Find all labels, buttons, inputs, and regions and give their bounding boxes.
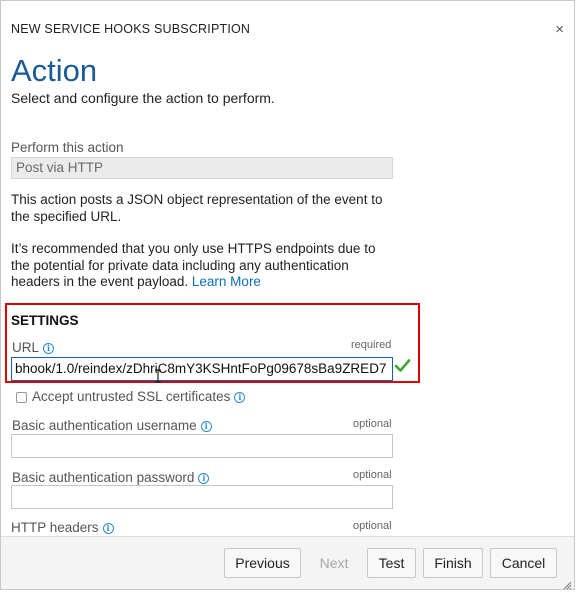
ssl-checkbox-text: Accept untrusted SSL certificates (32, 389, 231, 404)
username-label-text: Basic authentication username (12, 418, 197, 433)
username-input[interactable] (11, 434, 393, 458)
learn-more-link[interactable]: Learn More (192, 274, 261, 289)
url-input[interactable]: bhook/1.0/reindex/zDhriC8mY3KSHntFoPg096… (11, 357, 393, 381)
ssl-checkbox-label: Accept untrusted SSL certificates i (32, 389, 246, 404)
previous-button[interactable]: Previous (224, 548, 301, 578)
dialog-title: NEW SERVICE HOOKS SUBSCRIPTION (11, 22, 251, 36)
password-label: Basic authentication password i (12, 470, 210, 485)
http-headers-label: HTTP headers i (11, 520, 114, 535)
ssl-checkbox[interactable] (16, 392, 27, 403)
text-cursor-icon (155, 369, 161, 383)
url-label: URL i (12, 340, 55, 355)
info-icon[interactable]: i (102, 523, 114, 534)
password-optional-hint: optional (353, 469, 392, 481)
username-label: Basic authentication username i (12, 418, 212, 433)
page-subtitle: Select and configure the action to perfo… (11, 90, 275, 106)
close-icon[interactable]: × (555, 21, 564, 38)
url-required-hint: required (351, 339, 392, 351)
new-subscription-dialog: NEW SERVICE HOOKS SUBSCRIPTION × Action … (0, 0, 575, 590)
perform-action-field: Post via HTTP (11, 157, 393, 179)
page-title: Action (11, 53, 98, 88)
settings-heading: SETTINGS (11, 313, 79, 328)
resize-grip-icon[interactable] (562, 580, 572, 590)
headers-optional-hint: optional (353, 520, 392, 532)
password-label-text: Basic authentication password (12, 470, 195, 485)
perform-action-label: Perform this action (11, 140, 124, 155)
info-icon[interactable]: i (234, 392, 246, 403)
test-button[interactable]: Test (367, 548, 416, 578)
checkmark-icon (394, 359, 411, 372)
cancel-button[interactable]: Cancel (490, 548, 557, 578)
https-recommendation: It’s recommended that you only use HTTPS… (11, 241, 396, 291)
finish-button[interactable]: Finish (423, 548, 483, 578)
url-label-text: URL (12, 340, 40, 355)
http-headers-label-text: HTTP headers (11, 520, 99, 535)
info-icon[interactable]: i (200, 421, 212, 432)
next-button[interactable]: Next (307, 548, 361, 578)
dialog-footer: Previous Next Test Finish Cancel (1, 536, 574, 590)
info-icon[interactable]: i (198, 473, 210, 484)
action-description: This action posts a JSON object represen… (11, 192, 383, 224)
info-icon[interactable]: i (43, 343, 55, 354)
username-optional-hint: optional (353, 418, 392, 430)
dialog-titlebar: NEW SERVICE HOOKS SUBSCRIPTION × (1, 1, 574, 57)
password-input[interactable] (11, 485, 393, 509)
